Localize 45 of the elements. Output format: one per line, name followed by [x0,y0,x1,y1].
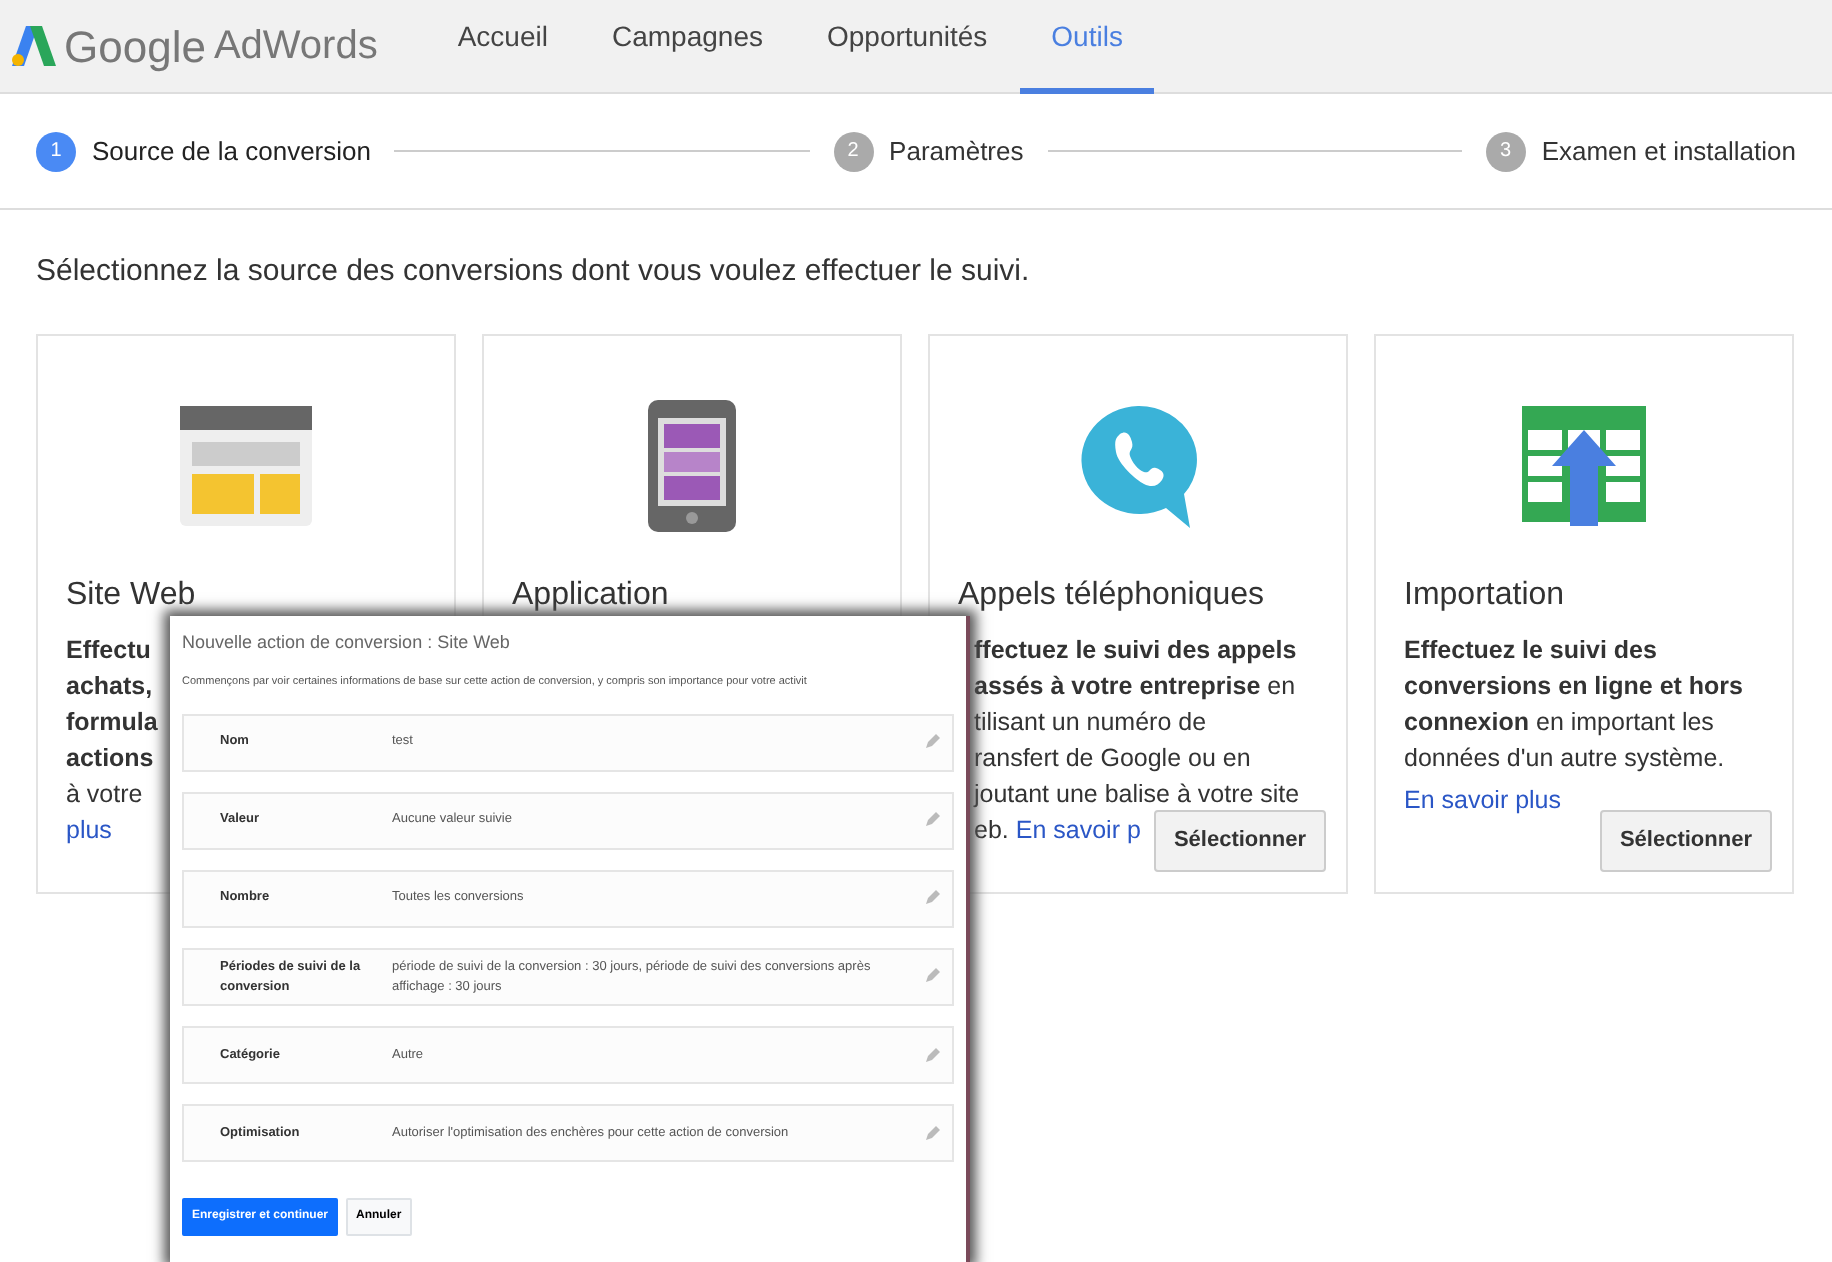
card-title: Importation [1404,575,1567,615]
step-label: Paramètres [889,133,1024,170]
learn-more-link[interactable]: plus [66,815,112,843]
phone-call-icon [1076,401,1200,529]
pencil-icon[interactable] [926,734,940,749]
select-button[interactable]: Sélectionner [1599,810,1772,871]
intro-text: Sélectionnez la source des conversions dont vous voulez effectuer le suivi. [36,252,1032,292]
description-text: Effectuez le suivi des conversions en ligne et hors connexion en important les données d'un autre système. [1404,633,1745,775]
product-name: AdWords [213,22,378,72]
pencil-icon[interactable] [926,1125,940,1140]
description-text: joutant une balise à votre site [974,779,1300,807]
description-text: actions [66,743,154,771]
description-text: eb. [974,815,1009,843]
step-label: Examen et installation [1541,133,1796,170]
pencil-icon[interactable] [926,968,940,983]
pencil-icon[interactable] [926,812,940,827]
select-button[interactable]: Sélectionner [1153,810,1326,871]
description-text: ransfert de Google ou en [974,743,1251,771]
card-title: Site Web [66,575,198,615]
pencil-icon[interactable] [926,1047,940,1062]
step-number: 3 [1485,131,1526,171]
phone-icon [648,399,736,531]
spreadsheet-upload-icon [1522,405,1646,525]
description-text: formula [66,707,158,735]
nav-tab[interactable]: Campagnes [579,0,795,93]
learn-more-link[interactable]: En savoir plus [1404,781,1562,817]
description-text: à votre [66,779,143,807]
browser-window-icon [180,405,312,525]
card-title: Application [512,575,671,615]
pencil-icon[interactable] [926,890,940,905]
learn-more-link[interactable]: En savoir p [1015,815,1141,843]
description-text: ffectuez le suivi des appels [974,635,1297,663]
nav-tab[interactable]: Accueil [425,0,580,93]
step-number: 2 [833,131,874,171]
description-text: achats, [66,671,153,699]
step-number: 1 [36,131,76,171]
step-label: Source de la conversion [92,133,371,170]
dialog-title: Nouvelle action de conversion : Site Web [182,630,512,656]
card-title: Appels téléphoniques [958,575,1267,615]
nav-tab[interactable]: Opportunités [794,0,1020,93]
description-text: assés à votre entreprise en [974,671,1296,699]
description-text: Effectu [66,635,151,663]
description-text: tilisant un numéro de [974,707,1207,735]
brand-name: Google [64,19,206,76]
logo-icon [12,26,56,66]
